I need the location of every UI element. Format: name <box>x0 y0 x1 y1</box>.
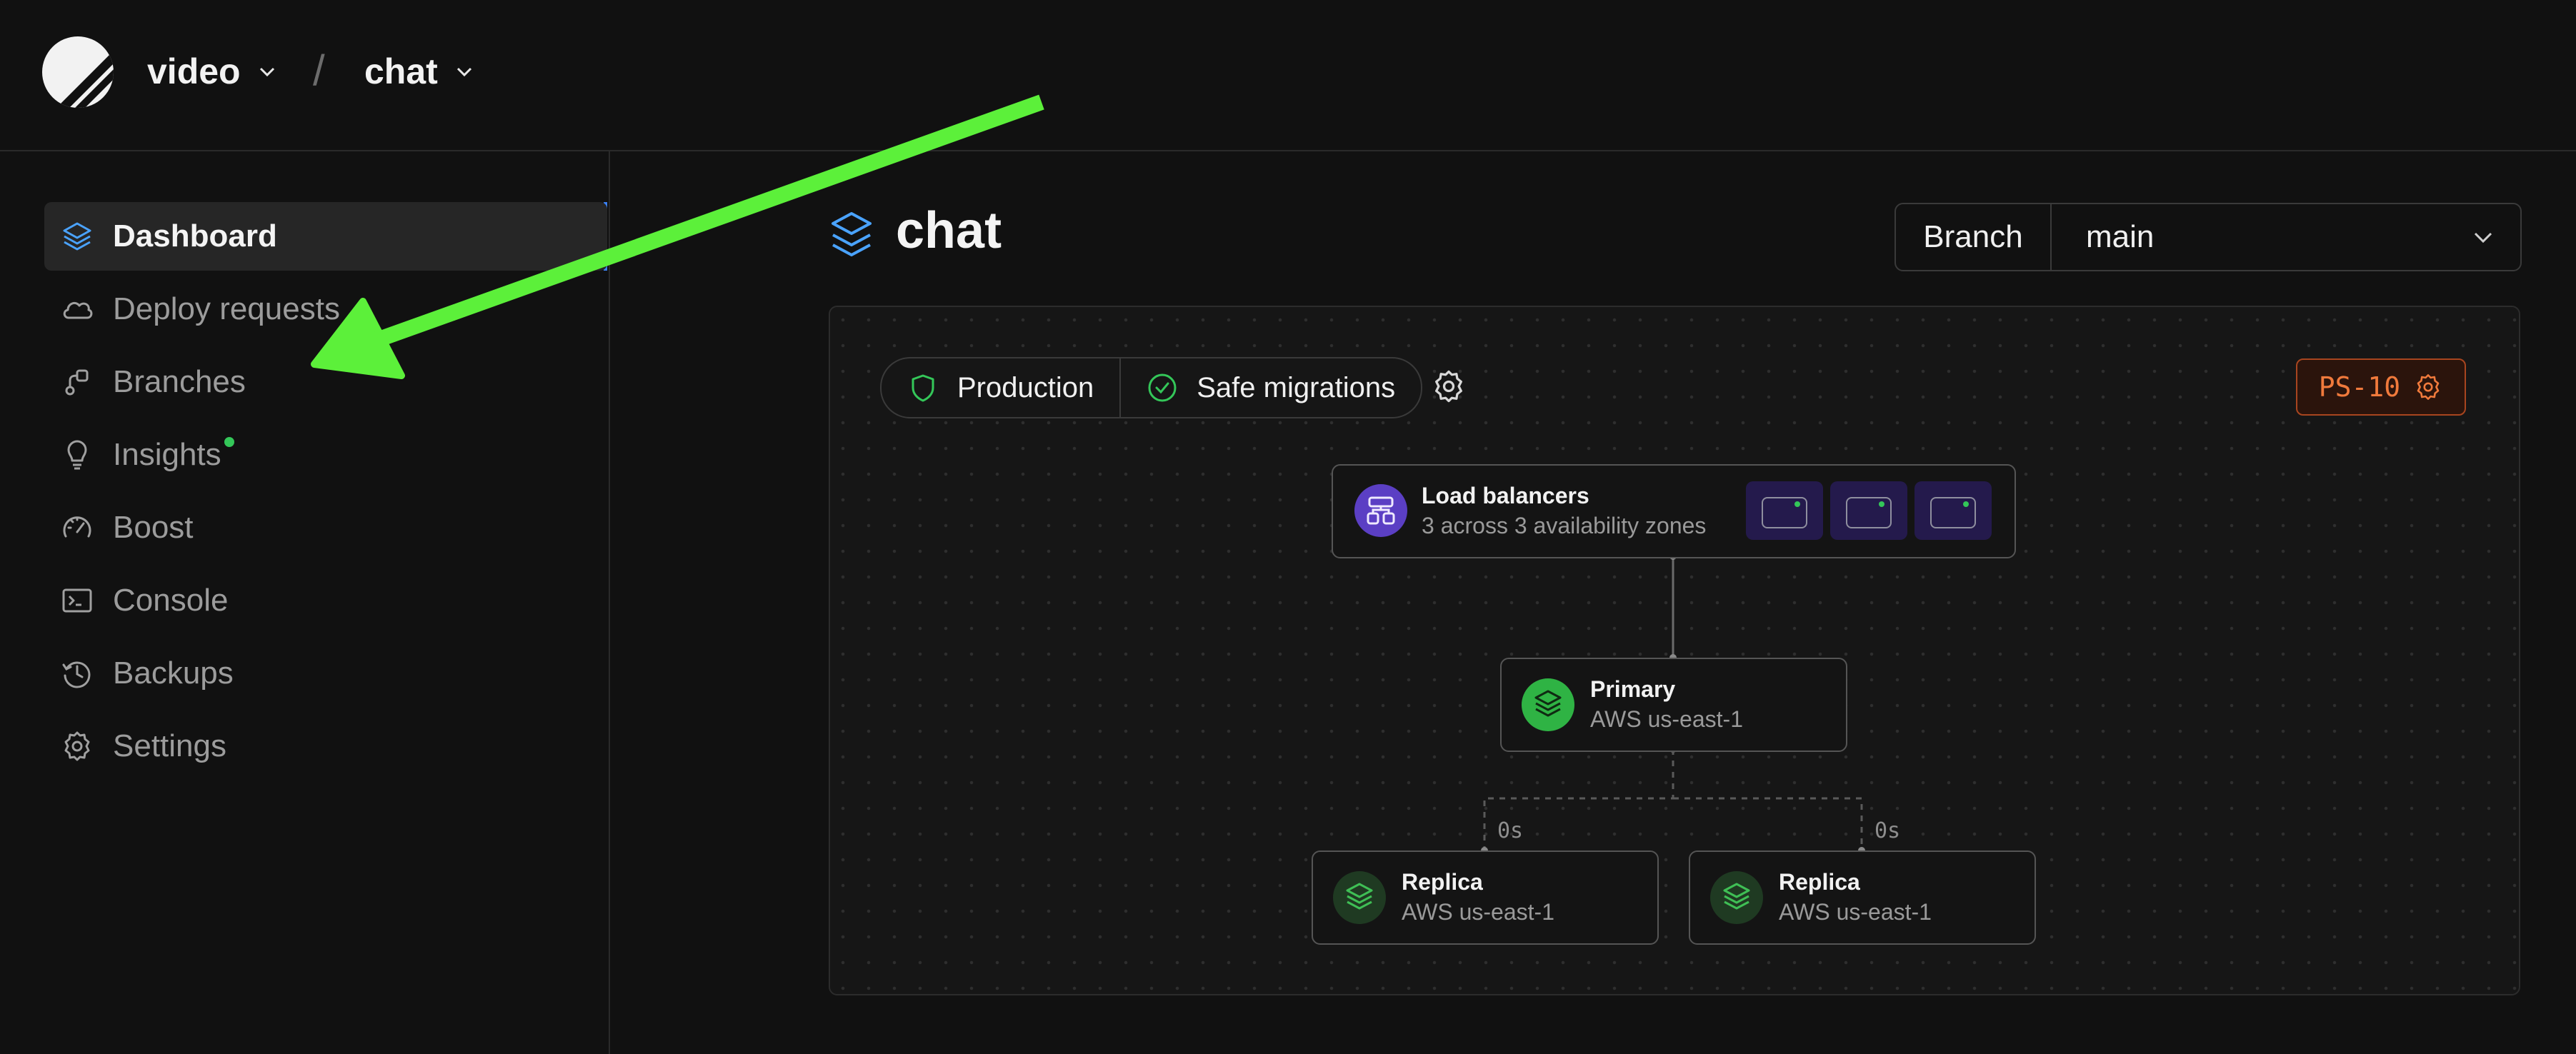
primary-node[interactable]: Primary AWS us-east-1 <box>1500 658 1847 752</box>
availability-zone-tile <box>1830 481 1907 540</box>
server-icon <box>1762 497 1807 528</box>
replica-region: AWS us-east-1 <box>1779 899 1932 925</box>
availability-zone-tile <box>1914 481 1992 540</box>
replica-region: AWS us-east-1 <box>1402 899 1554 925</box>
load-balancers-title: Load balancers <box>1422 483 1589 508</box>
replica-node[interactable]: Replica AWS us-east-1 <box>1689 850 2036 945</box>
load-balancer-icon <box>1354 484 1407 537</box>
replica-node[interactable]: Replica AWS us-east-1 <box>1312 850 1659 945</box>
status-led <box>1879 501 1884 507</box>
status-led <box>1794 501 1800 507</box>
primary-title: Primary <box>1590 676 1676 702</box>
primary-region: AWS us-east-1 <box>1590 706 1743 732</box>
replica-lag: 0s <box>1497 818 1524 843</box>
status-led <box>1963 501 1969 507</box>
replica-title: Replica <box>1402 869 1483 895</box>
replica-lag: 0s <box>1874 818 1901 843</box>
load-balancers-subtitle: 3 across 3 availability zones <box>1422 513 1707 538</box>
load-balancers-node[interactable]: Load balancers 3 across 3 availability z… <box>1332 464 2016 558</box>
replica-title: Replica <box>1779 869 1860 895</box>
server-icon <box>1846 497 1892 528</box>
database-layers-icon <box>1710 871 1763 924</box>
topology-connectors <box>1481 553 1865 854</box>
database-layers-icon <box>1522 678 1574 731</box>
server-icon <box>1930 497 1976 528</box>
availability-zone-tile <box>1746 481 1823 540</box>
database-layers-icon <box>1333 871 1386 924</box>
